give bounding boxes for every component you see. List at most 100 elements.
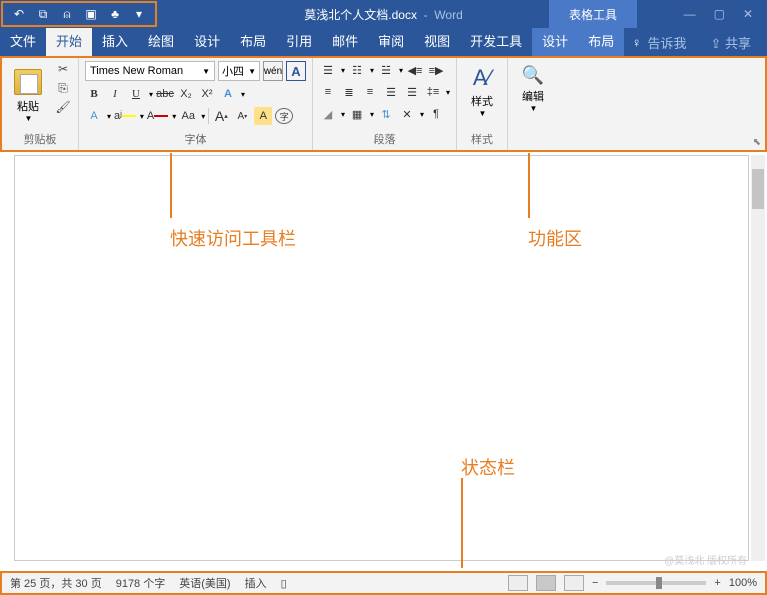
line-spacing-button[interactable]: ‡≡ xyxy=(424,83,442,101)
undo-icon[interactable]: ↶ xyxy=(9,4,29,24)
tab-view[interactable]: 视图 xyxy=(414,28,460,56)
title-bar: ↶ ⧉ ⍝ ▣ ♣ ▾ 莫浅北个人文档.docx - Word 表格工具 — ▢… xyxy=(0,0,767,28)
styles-button[interactable]: A⁄ 样式 ▼ xyxy=(463,61,501,131)
callout-line xyxy=(461,478,463,568)
group-styles: A⁄ 样式 ▼ 样式 xyxy=(457,58,508,150)
zoom-level[interactable]: 100% xyxy=(729,577,757,589)
minimize-icon[interactable]: — xyxy=(684,7,696,21)
paste-icon xyxy=(14,69,42,95)
find-icon: 🔍 xyxy=(522,65,544,86)
cut-icon[interactable]: ✂ xyxy=(54,61,72,77)
watermark: @莫浅北 版权所有 xyxy=(664,552,747,567)
close-icon[interactable]: ✕ xyxy=(743,7,753,21)
shading-button[interactable]: ◢ xyxy=(319,105,337,123)
tab-file[interactable]: 文件 xyxy=(0,28,46,56)
annotation-ribbon: 功能区 xyxy=(528,225,582,251)
distributed-button[interactable]: ☰ xyxy=(403,83,421,101)
paste-button[interactable]: 粘贴 ▼ xyxy=(8,61,48,131)
justify-button[interactable]: ☰ xyxy=(382,83,400,101)
underline-button[interactable]: U xyxy=(127,85,145,103)
tab-design[interactable]: 设计 xyxy=(184,28,230,56)
print-layout-button[interactable] xyxy=(536,575,556,591)
group-label-paragraph: 段落 xyxy=(319,131,450,147)
share-button[interactable]: ⇪ 共享 xyxy=(710,33,751,52)
annotation-qat: 快速访问工具栏 xyxy=(170,225,296,251)
ribbon: 粘贴 ▼ ✂ ⎘ 🖌 剪贴板 Times New Roman▼ 小四▼ wén … xyxy=(0,56,767,152)
tab-developer[interactable]: 开发工具 xyxy=(460,28,532,56)
vertical-scrollbar[interactable] xyxy=(751,155,765,561)
app-name: Word xyxy=(434,8,462,22)
copy-icon[interactable]: ⎘ xyxy=(54,80,72,96)
macro-icon[interactable]: ▯ xyxy=(281,577,287,590)
text-effects-icon[interactable]: A xyxy=(85,107,103,125)
language-indicator[interactable]: 英语(美国) xyxy=(179,575,230,591)
tab-insert[interactable]: 插入 xyxy=(92,28,138,56)
enclose-char-button[interactable]: 字 xyxy=(275,108,293,124)
asian-layout-button[interactable]: ✕ xyxy=(398,105,416,123)
tab-mail[interactable]: 邮件 xyxy=(322,28,368,56)
show-marks-button[interactable]: ¶ xyxy=(427,105,445,123)
read-mode-button[interactable] xyxy=(508,575,528,591)
highlight-button[interactable]: aʲ xyxy=(114,107,136,125)
font-name-select[interactable]: Times New Roman▼ xyxy=(85,61,215,81)
editing-button[interactable]: 🔍 编辑 ▼ xyxy=(514,61,552,131)
tell-me-icon[interactable]: ♀ xyxy=(632,35,642,50)
word-count[interactable]: 9178 个字 xyxy=(116,575,166,591)
tab-table-design[interactable]: 设计 xyxy=(532,28,578,56)
qat-btn-2[interactable]: ⧉ xyxy=(33,4,53,24)
group-clipboard: 粘贴 ▼ ✂ ⎘ 🖌 剪贴板 xyxy=(2,58,79,150)
text-effects-button[interactable]: A xyxy=(219,85,237,103)
align-left-button[interactable]: ≡ xyxy=(319,83,337,101)
increase-indent-button[interactable]: ≡▶ xyxy=(427,61,445,79)
qat-btn-5[interactable]: ♣ xyxy=(105,4,125,24)
group-font: Times New Roman▼ 小四▼ wén A B I U▾ abc X₂… xyxy=(79,58,313,150)
tab-draw[interactable]: 绘图 xyxy=(138,28,184,56)
format-painter-icon[interactable]: 🖌 xyxy=(54,99,72,115)
change-case-button[interactable]: Aa xyxy=(179,107,197,125)
decrease-indent-button[interactable]: ◀≡ xyxy=(406,61,424,79)
bullets-button[interactable]: ☰ xyxy=(319,61,337,79)
zoom-out-button[interactable]: − xyxy=(592,577,598,589)
font-size-select[interactable]: 小四▼ xyxy=(218,61,260,81)
italic-button[interactable]: I xyxy=(106,85,124,103)
subscript-button[interactable]: X₂ xyxy=(177,85,195,103)
numbering-button[interactable]: ☷ xyxy=(348,61,366,79)
qat-customize-icon[interactable]: ▾ xyxy=(129,4,149,24)
grow-font-button[interactable]: A▴ xyxy=(212,107,230,125)
document-title: 莫浅北个人文档.docx - Word xyxy=(304,6,462,23)
collapse-ribbon-icon[interactable]: ⬉ xyxy=(753,137,761,148)
doc-name: 莫浅北个人文档.docx xyxy=(304,8,417,22)
bold-button[interactable]: B xyxy=(85,85,103,103)
page-indicator[interactable]: 第 25 页，共 30 页 xyxy=(10,575,102,591)
multilevel-button[interactable]: ☱ xyxy=(377,61,395,79)
sort-button[interactable]: ⇅ xyxy=(377,105,395,123)
group-editing: 🔍 编辑 ▼ xyxy=(508,58,558,150)
share-icon: ⇪ xyxy=(710,36,721,51)
tab-layout[interactable]: 布局 xyxy=(230,28,276,56)
clear-format-button[interactable]: A xyxy=(254,107,272,125)
qat-btn-4[interactable]: ▣ xyxy=(81,4,101,24)
zoom-slider[interactable] xyxy=(606,581,706,585)
tab-table-layout[interactable]: 布局 xyxy=(578,28,624,56)
align-right-button[interactable]: ≡ xyxy=(361,83,379,101)
tab-references[interactable]: 引用 xyxy=(276,28,322,56)
web-layout-button[interactable] xyxy=(564,575,584,591)
tab-review[interactable]: 审阅 xyxy=(368,28,414,56)
tab-home[interactable]: 开始 xyxy=(46,28,92,56)
qat-btn-3[interactable]: ⍝ xyxy=(57,4,77,24)
strikethrough-button[interactable]: abc xyxy=(156,85,174,103)
scrollbar-thumb[interactable] xyxy=(752,169,764,209)
borders-button[interactable]: ▦ xyxy=(348,105,366,123)
superscript-button[interactable]: X² xyxy=(198,85,216,103)
document-canvas[interactable] xyxy=(14,155,749,561)
phonetic-guide-icon[interactable]: wén xyxy=(263,61,283,81)
shrink-font-button[interactable]: A▾ xyxy=(233,107,251,125)
align-center-button[interactable]: ≣ xyxy=(340,83,358,101)
insert-mode[interactable]: 插入 xyxy=(245,575,267,591)
zoom-in-button[interactable]: + xyxy=(714,577,720,589)
maximize-icon[interactable]: ▢ xyxy=(714,7,725,21)
status-bar: 第 25 页，共 30 页 9178 个字 英语(美国) 插入 ▯ − + 10… xyxy=(0,571,767,595)
font-color-button[interactable]: A xyxy=(147,107,168,125)
tell-me-label[interactable]: 告诉我 xyxy=(647,33,686,52)
character-border-icon[interactable]: A xyxy=(286,61,306,81)
